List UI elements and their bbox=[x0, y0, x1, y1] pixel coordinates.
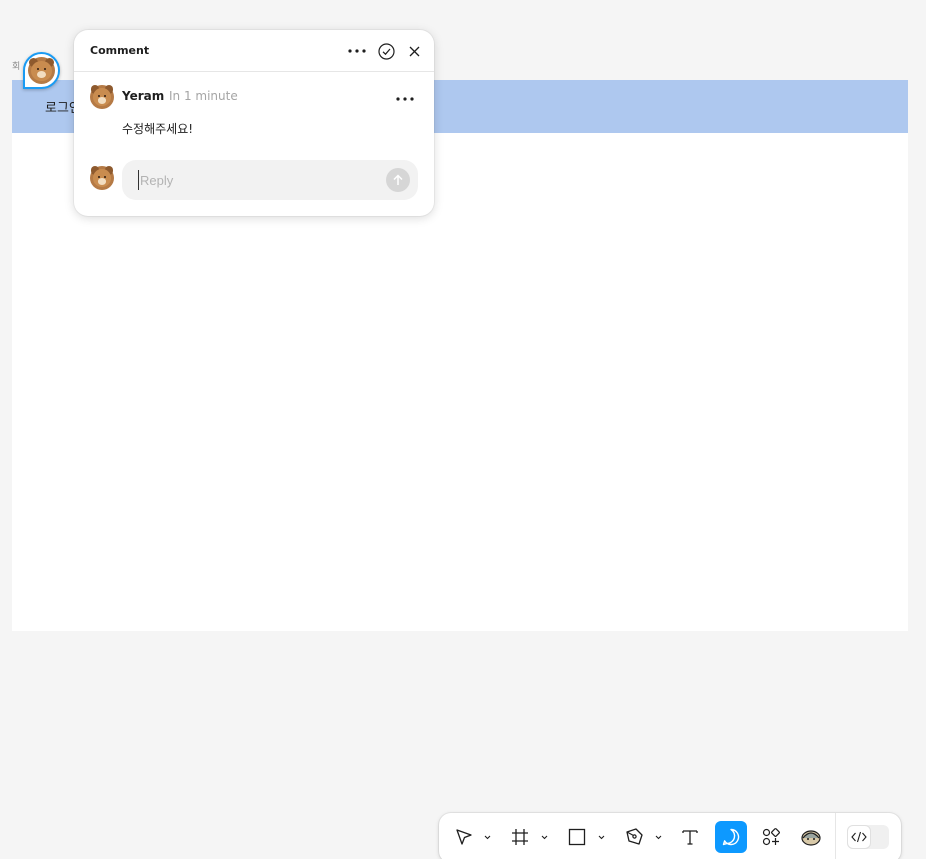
comment-icon bbox=[722, 828, 740, 846]
close-button[interactable] bbox=[403, 41, 425, 61]
toolbar-divider bbox=[835, 813, 836, 859]
text-tool[interactable] bbox=[674, 821, 706, 853]
toggle-knob bbox=[847, 825, 871, 849]
comment-title: Comment bbox=[90, 44, 150, 57]
check-circle-icon bbox=[377, 42, 395, 60]
resolve-button[interactable] bbox=[375, 41, 397, 61]
comment-message: 수정해주세요! bbox=[122, 122, 194, 136]
move-icon bbox=[456, 829, 472, 845]
chevron-down-icon bbox=[655, 835, 661, 839]
author-avatar bbox=[90, 85, 114, 109]
comment-popover: Comment Yeram In 1 minute 수정해주세요! bbox=[74, 30, 434, 216]
more-options-button[interactable] bbox=[346, 41, 368, 61]
comment-options-button[interactable] bbox=[394, 90, 416, 108]
frame-tool[interactable] bbox=[504, 821, 536, 853]
comment-header: Comment bbox=[74, 30, 434, 72]
chevron-down-icon bbox=[484, 835, 490, 839]
comment-tool[interactable] bbox=[715, 821, 747, 853]
dev-mode-toggle[interactable] bbox=[847, 825, 889, 849]
send-button[interactable] bbox=[386, 168, 410, 192]
comment-pin[interactable] bbox=[23, 52, 60, 89]
comment-timestamp: In 1 minute bbox=[169, 89, 238, 103]
arrow-up-icon bbox=[393, 174, 403, 185]
move-tool-dropdown[interactable] bbox=[482, 821, 492, 853]
avatar-tool[interactable] bbox=[795, 821, 827, 853]
dev-mode-icon bbox=[851, 831, 867, 843]
pen-tool[interactable] bbox=[618, 821, 650, 853]
pen-icon bbox=[626, 828, 643, 845]
more-horizontal-icon bbox=[348, 49, 366, 53]
chevron-down-icon bbox=[598, 835, 604, 839]
actions-icon bbox=[762, 828, 780, 846]
frame-icon bbox=[512, 829, 528, 845]
rectangle-tool[interactable] bbox=[561, 821, 593, 853]
chevron-down-icon bbox=[541, 835, 547, 839]
text-icon bbox=[682, 830, 698, 845]
reply-avatar bbox=[90, 166, 114, 190]
close-icon bbox=[409, 46, 419, 56]
user-avatar-icon bbox=[28, 57, 55, 84]
frame-label[interactable]: 회 bbox=[12, 59, 20, 72]
comment-author: Yeram bbox=[122, 89, 165, 103]
reply-input[interactable] bbox=[138, 170, 378, 190]
avatar-icon bbox=[801, 830, 821, 846]
reply-box bbox=[122, 160, 418, 200]
bottom-toolbar bbox=[439, 813, 901, 859]
actions-tool[interactable] bbox=[755, 821, 787, 853]
pen-tool-dropdown[interactable] bbox=[653, 821, 663, 853]
more-horizontal-icon bbox=[396, 97, 414, 101]
rectangle-icon bbox=[568, 828, 586, 846]
rectangle-tool-dropdown[interactable] bbox=[596, 821, 606, 853]
move-tool[interactable] bbox=[448, 821, 480, 853]
frame-tool-dropdown[interactable] bbox=[539, 821, 549, 853]
